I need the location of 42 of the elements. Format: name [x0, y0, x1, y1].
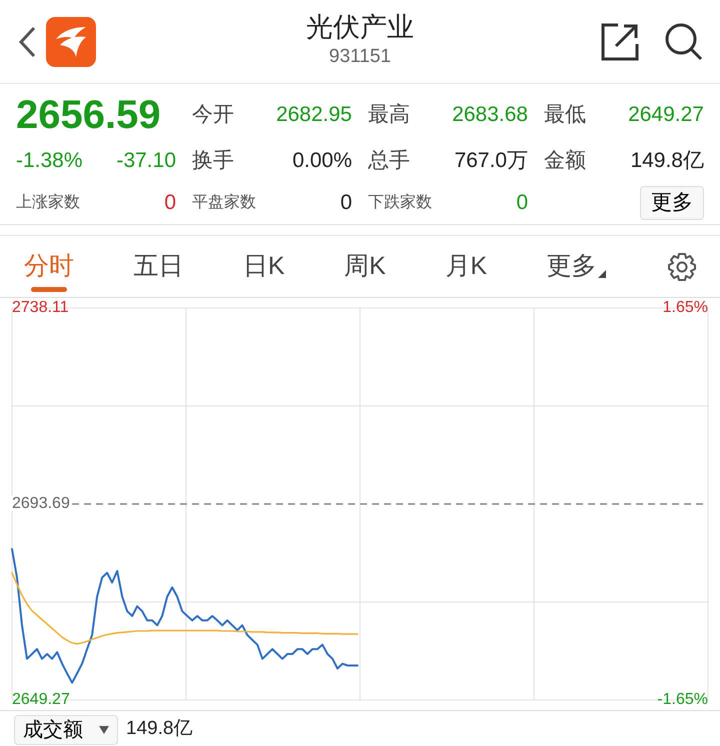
stat-value: 2682.95 — [276, 102, 352, 128]
change-percent: -1.38% — [16, 148, 83, 174]
stat-label: 换手 — [192, 148, 234, 174]
stat-value: 2683.68 — [452, 102, 528, 128]
stat-label: 最高 — [368, 102, 410, 128]
stat-value: 2649.27 — [628, 102, 704, 128]
share-button[interactable] — [600, 22, 640, 62]
stat-label: 总手 — [368, 148, 410, 174]
stat-value: 0.00% — [292, 148, 352, 174]
chart-tab[interactable]: 分时 — [24, 236, 74, 298]
chart-tab[interactable]: 周K — [344, 236, 386, 298]
percent-label: -1.65% — [657, 691, 708, 708]
more-button[interactable]: 更多 — [640, 186, 704, 220]
change-value: -37.10 — [116, 148, 176, 174]
count-value: 0 — [164, 190, 176, 216]
app-logo-icon — [46, 16, 96, 66]
chart-tab[interactable]: 五日 — [133, 236, 184, 298]
caret-icon — [598, 270, 606, 278]
volume-value: 149.8亿 — [126, 717, 193, 742]
settings-button[interactable] — [666, 250, 698, 282]
chart-tab[interactable]: 日K — [242, 236, 285, 298]
indicator-dropdown[interactable]: 成交额 — [14, 714, 118, 744]
count-label: 平盘家数 — [192, 192, 256, 213]
stock-code: 931151 — [329, 45, 391, 70]
stat-label: 金额 — [544, 148, 586, 174]
page-title: 光伏产业 — [306, 11, 414, 44]
count-value: 0 — [516, 190, 528, 216]
caret-icon — [99, 726, 109, 734]
count-label: 下跌家数 — [368, 192, 432, 213]
percent-label: 1.65% — [662, 299, 708, 316]
stat-label: 最低 — [544, 102, 586, 128]
stat-value: 149.8亿 — [630, 148, 704, 174]
search-button[interactable] — [664, 22, 704, 62]
y-axis-label: 2649.27 — [12, 691, 70, 708]
stat-label: 今开 — [192, 102, 234, 128]
y-axis-label: 2738.11 — [12, 299, 69, 316]
price-value: 2656.59 — [16, 92, 161, 139]
chart-tab[interactable]: 月K — [445, 236, 487, 298]
count-value: 0 — [340, 190, 352, 216]
count-label: 上涨家数 — [16, 192, 80, 213]
stat-value: 767.0万 — [454, 148, 528, 174]
more-dropdown[interactable]: 更多 — [546, 236, 606, 298]
